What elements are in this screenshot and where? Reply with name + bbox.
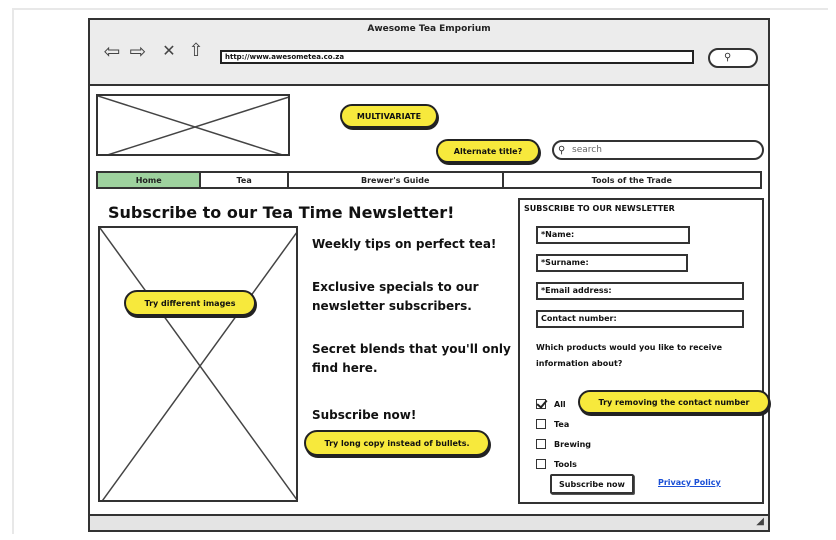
option-label: Tools <box>554 459 577 469</box>
option-label: Tea <box>554 419 570 429</box>
option-brewing[interactable]: Brewing <box>536 439 591 449</box>
option-label: Brewing <box>554 439 592 449</box>
sticky-note-alternate-title: Alternate title? <box>436 139 540 163</box>
benefit-text: Exclusive specials to our newsletter sub… <box>312 280 479 313</box>
forward-arrow-icon[interactable]: ⇨ <box>126 40 150 62</box>
option-label: All <box>554 399 566 409</box>
status-bar: ◢ <box>90 514 768 530</box>
newsletter-form: SUBSCRIBE TO OUR NEWSLETTER *Name: *Surn… <box>518 198 764 504</box>
option-all[interactable]: All <box>536 399 566 409</box>
checkbox-checked[interactable] <box>536 399 546 409</box>
checkbox[interactable] <box>536 419 546 429</box>
url-bar[interactable]: http://www.awesometea.co.za <box>220 50 694 64</box>
name-field[interactable]: *Name: <box>536 226 690 244</box>
benefit-text: Subscribe now! <box>312 408 417 422</box>
email-field[interactable]: *Email address: <box>536 282 744 300</box>
form-title: SUBSCRIBE TO OUR NEWSLETTER <box>524 204 675 213</box>
checkbox[interactable] <box>536 439 546 449</box>
sticky-note-remove-contact: Try removing the contact number <box>578 390 770 414</box>
checkbox[interactable] <box>536 459 546 469</box>
search-placeholder: search <box>572 145 602 155</box>
products-question: Which products would you like to receive… <box>536 343 723 368</box>
browser-chrome: Awesome Tea Emporium ⇦ ⇨ ✕ ⇧ http://www.… <box>90 20 768 86</box>
main-nav: Home Tea Brewer's Guide Tools of the Tra… <box>96 171 762 189</box>
option-tools[interactable]: Tools <box>536 459 577 469</box>
sticky-note-long-copy: Try long copy instead of bullets. <box>304 430 490 456</box>
benefit-text: Weekly tips on perfect tea! <box>312 237 497 251</box>
resize-grip-icon[interactable]: ◢ <box>756 516 764 527</box>
nav-item-brewers-guide[interactable]: Brewer's Guide <box>289 173 504 187</box>
contact-number-field[interactable]: Contact number: <box>536 310 744 328</box>
close-x-icon[interactable]: ✕ <box>160 40 178 62</box>
back-arrow-icon[interactable]: ⇦ <box>100 40 124 62</box>
benefit-text: Secret blends that you'll only find here… <box>312 342 511 375</box>
option-tea[interactable]: Tea <box>536 419 569 429</box>
hero-image-placeholder <box>98 226 298 502</box>
surname-field[interactable]: *Surname: <box>536 254 688 272</box>
nav-item-tea[interactable]: Tea <box>201 173 289 187</box>
page-title: Subscribe to our Tea Time Newsletter! <box>108 203 455 222</box>
nav-item-home[interactable]: Home <box>98 173 202 187</box>
subscribe-button[interactable]: Subscribe now <box>550 474 634 494</box>
home-icon[interactable]: ⇧ <box>184 40 208 62</box>
sticky-note-different-images: Try different images <box>124 290 256 316</box>
logo-placeholder <box>96 94 290 156</box>
privacy-policy-link[interactable]: Privacy Policy <box>658 478 721 487</box>
site-search-input[interactable]: ⚲ search <box>552 140 764 160</box>
sticky-note-multivariate: MULTIVARIATE <box>340 104 438 128</box>
window-title: Awesome Tea Emporium <box>367 24 491 34</box>
browser-search-box[interactable]: ⚲ <box>708 48 758 68</box>
search-icon: ⚲ <box>724 52 732 63</box>
search-icon: ⚲ <box>558 145 566 156</box>
nav-item-tools[interactable]: Tools of the Trade <box>504 173 760 187</box>
